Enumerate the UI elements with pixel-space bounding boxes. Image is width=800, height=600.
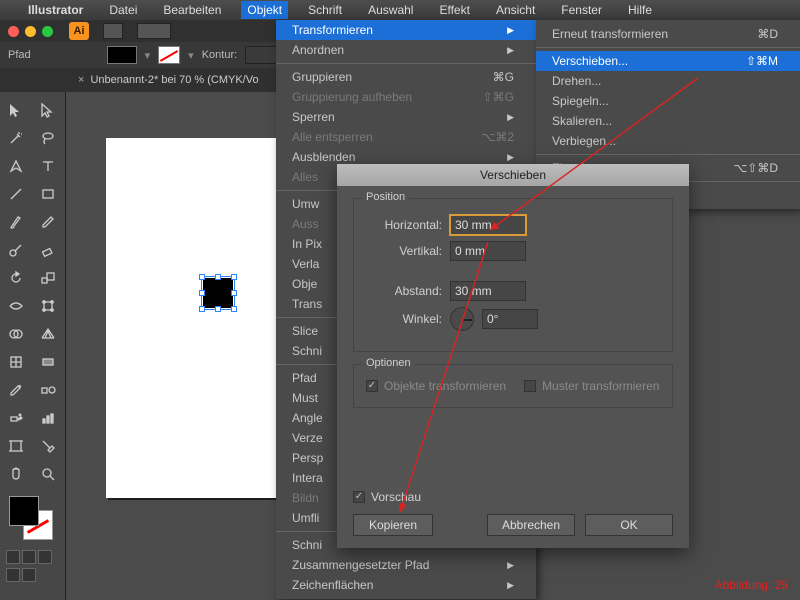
bridge-button[interactable] [103, 23, 123, 39]
objekte-transformieren-checkbox[interactable]: ✓ [366, 380, 378, 392]
paintbrush-tool-icon[interactable] [2, 209, 30, 235]
pencil-tool-icon[interactable] [34, 209, 62, 235]
menu-auswahl[interactable]: Auswahl [362, 1, 419, 19]
vorschau-label: Vorschau [371, 490, 421, 504]
scale-tool-icon[interactable] [34, 265, 62, 291]
free-transform-tool-icon[interactable] [34, 293, 62, 319]
menu-gruppieren[interactable]: Gruppieren⌘G [276, 67, 536, 87]
selection-type-label: Pfad [8, 49, 31, 61]
abbrechen-button[interactable]: Abbrechen [487, 514, 575, 536]
rotate-tool-icon[interactable] [2, 265, 30, 291]
gradient-tool-icon[interactable] [34, 349, 62, 375]
menu-gruppierung-aufheben: Gruppierung aufheben⇧⌘G [276, 87, 536, 107]
draw-mode-buttons[interactable] [6, 550, 52, 564]
selection-tool-icon[interactable] [2, 97, 30, 123]
minimize-button[interactable] [25, 26, 36, 37]
pen-tool-icon[interactable] [2, 153, 30, 179]
shape-builder-tool-icon[interactable] [2, 321, 30, 347]
angle-dial[interactable] [450, 307, 474, 331]
abstand-input[interactable] [450, 281, 526, 301]
menu-erneut-transformieren[interactable]: Erneut transformieren⌘D [536, 24, 800, 44]
menu-hilfe[interactable]: Hilfe [622, 1, 658, 19]
muster-transformieren-checkbox[interactable] [524, 380, 536, 392]
width-tool-icon[interactable] [2, 293, 30, 319]
document-tab[interactable]: × Unbenannt-2* bei 70 % (CMYK/Vo [78, 74, 259, 86]
horizontal-input[interactable] [450, 215, 526, 235]
rectangle-tool-icon[interactable] [34, 181, 62, 207]
move-dialog: Verschieben Position Horizontal: Vertika… [337, 164, 689, 548]
document-tab-title: Unbenannt-2* bei 70 % (CMYK/Vo [90, 74, 258, 86]
menu-alle-entsperren: Alle entsperren⌥⌘2 [276, 127, 536, 147]
zoom-button[interactable] [42, 26, 53, 37]
blob-brush-tool-icon[interactable] [2, 237, 30, 263]
menu-skalieren[interactable]: Skalieren... [536, 111, 800, 131]
system-menubar: Illustrator Datei Bearbeiten Objekt Schr… [0, 0, 800, 20]
toolbar [0, 92, 66, 600]
hand-tool-icon[interactable] [2, 461, 30, 487]
zoom-tool-icon[interactable] [34, 461, 62, 487]
kopieren-button[interactable]: Kopieren [353, 514, 433, 536]
menu-bearbeiten[interactable]: Bearbeiten [157, 1, 227, 19]
menubar-app-name[interactable]: Illustrator [22, 1, 89, 19]
close-button[interactable] [8, 26, 19, 37]
vertikal-label: Vertikal: [366, 244, 442, 258]
screen-mode-buttons[interactable] [6, 568, 36, 582]
menu-effekt[interactable]: Effekt [433, 1, 475, 19]
perspective-grid-tool-icon[interactable] [34, 321, 62, 347]
fill-stroke-indicator[interactable] [5, 494, 61, 544]
blend-tool-icon[interactable] [34, 377, 62, 403]
artboard-tool-icon[interactable] [2, 433, 30, 459]
type-tool-icon[interactable] [34, 153, 62, 179]
menu-spiegeln[interactable]: Spiegeln... [536, 91, 800, 111]
stroke-swatch[interactable] [158, 46, 180, 64]
menu-schrift[interactable]: Schrift [302, 1, 348, 19]
menu-objekt[interactable]: Objekt [241, 1, 288, 19]
menu-transformieren[interactable]: Transformieren▶ [276, 20, 536, 40]
menu-item[interactable]: Zusammengesetzter Pfad▶ [276, 555, 536, 575]
horizontal-label: Horizontal: [366, 218, 442, 232]
winkel-input[interactable] [482, 309, 538, 329]
mesh-tool-icon[interactable] [2, 349, 30, 375]
ok-button[interactable]: OK [585, 514, 673, 536]
menu-verbiegen[interactable]: Verbiegen... [536, 131, 800, 151]
optionen-group: Optionen ✓ Objekte transformieren Muster… [353, 364, 673, 408]
direct-selection-tool-icon[interactable] [34, 97, 62, 123]
menu-datei[interactable]: Datei [103, 1, 143, 19]
menu-ansicht[interactable]: Ansicht [490, 1, 541, 19]
menu-sperren[interactable]: Sperren▶ [276, 107, 536, 127]
menu-verschieben[interactable]: Verschieben...⇧⌘M [536, 51, 800, 71]
line-tool-icon[interactable] [2, 181, 30, 207]
dialog-title: Verschieben [337, 164, 689, 186]
stroke-label: Kontur: [202, 49, 237, 61]
eyedropper-tool-icon[interactable] [2, 377, 30, 403]
graph-tool-icon[interactable] [34, 405, 62, 431]
close-tab-icon[interactable]: × [78, 74, 84, 86]
abstand-label: Abstand: [366, 284, 442, 298]
artboard [106, 138, 286, 498]
menu-fenster[interactable]: Fenster [555, 1, 608, 19]
layout-button[interactable] [137, 23, 171, 39]
menu-item[interactable]: Zeichenflächen▶ [276, 575, 536, 595]
app-icon: Ai [69, 22, 89, 40]
figure-caption: Abbildung: 25 [715, 578, 788, 592]
symbol-sprayer-tool-icon[interactable] [2, 405, 30, 431]
eraser-tool-icon[interactable] [34, 237, 62, 263]
fill-swatch[interactable] [107, 46, 137, 64]
vertikal-input[interactable] [450, 241, 526, 261]
slice-tool-icon[interactable] [34, 433, 62, 459]
winkel-label: Winkel: [366, 312, 442, 326]
position-group: Position Horizontal: Vertikal: Abstand: … [353, 198, 673, 352]
selected-object[interactable] [195, 270, 241, 316]
lasso-tool-icon[interactable] [34, 125, 62, 151]
menu-drehen[interactable]: Drehen... [536, 71, 800, 91]
menu-anordnen[interactable]: Anordnen▶ [276, 40, 536, 60]
magic-wand-tool-icon[interactable] [2, 125, 30, 151]
vorschau-checkbox[interactable]: ✓ [353, 491, 365, 503]
